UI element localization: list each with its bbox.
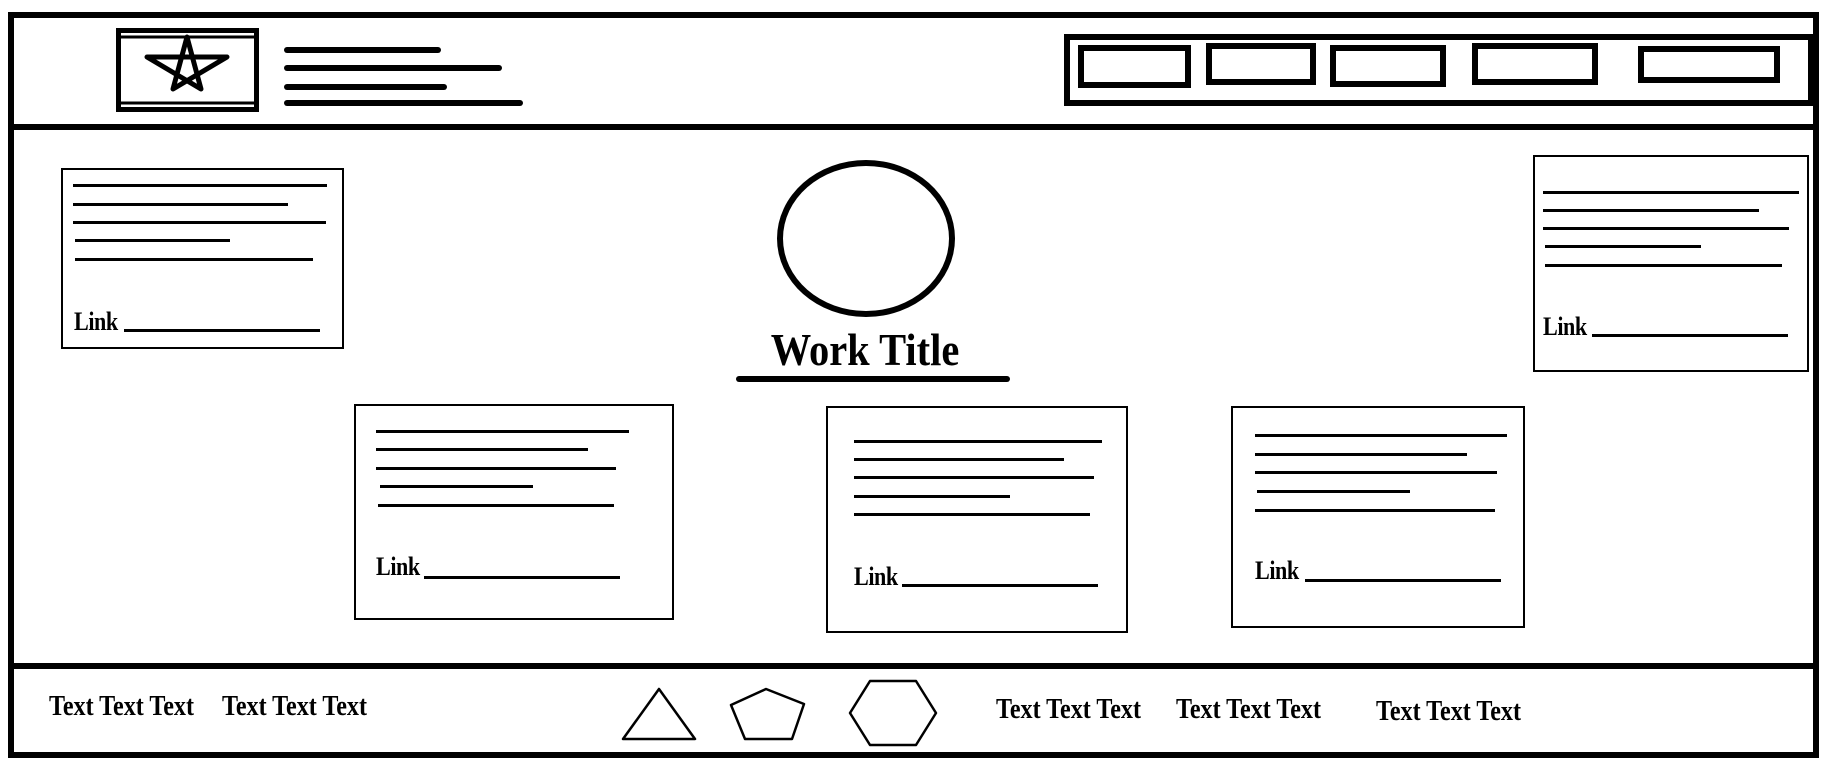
nav-button-4[interactable] — [1472, 43, 1598, 85]
footer-text-3[interactable]: Text Text Text — [996, 695, 1141, 725]
content-card-3: Link — [354, 404, 674, 620]
nav-button-3[interactable] — [1330, 45, 1446, 87]
footer-text-1[interactable]: Text Text Text — [49, 692, 194, 722]
card-4-link[interactable]: Link — [854, 564, 898, 590]
nav-button-1[interactable] — [1078, 45, 1191, 88]
card-2-link[interactable]: Link — [1543, 314, 1587, 340]
card-3-link[interactable]: Link — [376, 554, 420, 580]
triangle-icon[interactable] — [620, 686, 698, 742]
hexagon-icon[interactable] — [848, 678, 938, 748]
footer-text-2[interactable]: Text Text Text — [222, 692, 367, 722]
nav-button-2[interactable] — [1206, 43, 1316, 85]
footer-text-4[interactable]: Text Text Text — [1176, 695, 1321, 725]
footer-text-5[interactable]: Text Text Text — [1376, 697, 1521, 727]
page-title: Work Title — [770, 324, 960, 375]
avatar-circle — [777, 160, 955, 317]
pentagon-icon[interactable] — [728, 686, 808, 742]
card-5-link[interactable]: Link — [1255, 558, 1299, 584]
nav-button-5[interactable] — [1638, 46, 1780, 83]
content-card-5: Link — [1231, 406, 1525, 628]
content-card-1: Link — [61, 168, 344, 349]
card-1-link[interactable]: Link — [74, 309, 118, 335]
content-card-4: Link — [826, 406, 1128, 633]
title-underline — [736, 376, 1010, 382]
content-card-2: Link — [1533, 155, 1809, 372]
logo-image-placeholder-icon[interactable] — [116, 28, 259, 112]
